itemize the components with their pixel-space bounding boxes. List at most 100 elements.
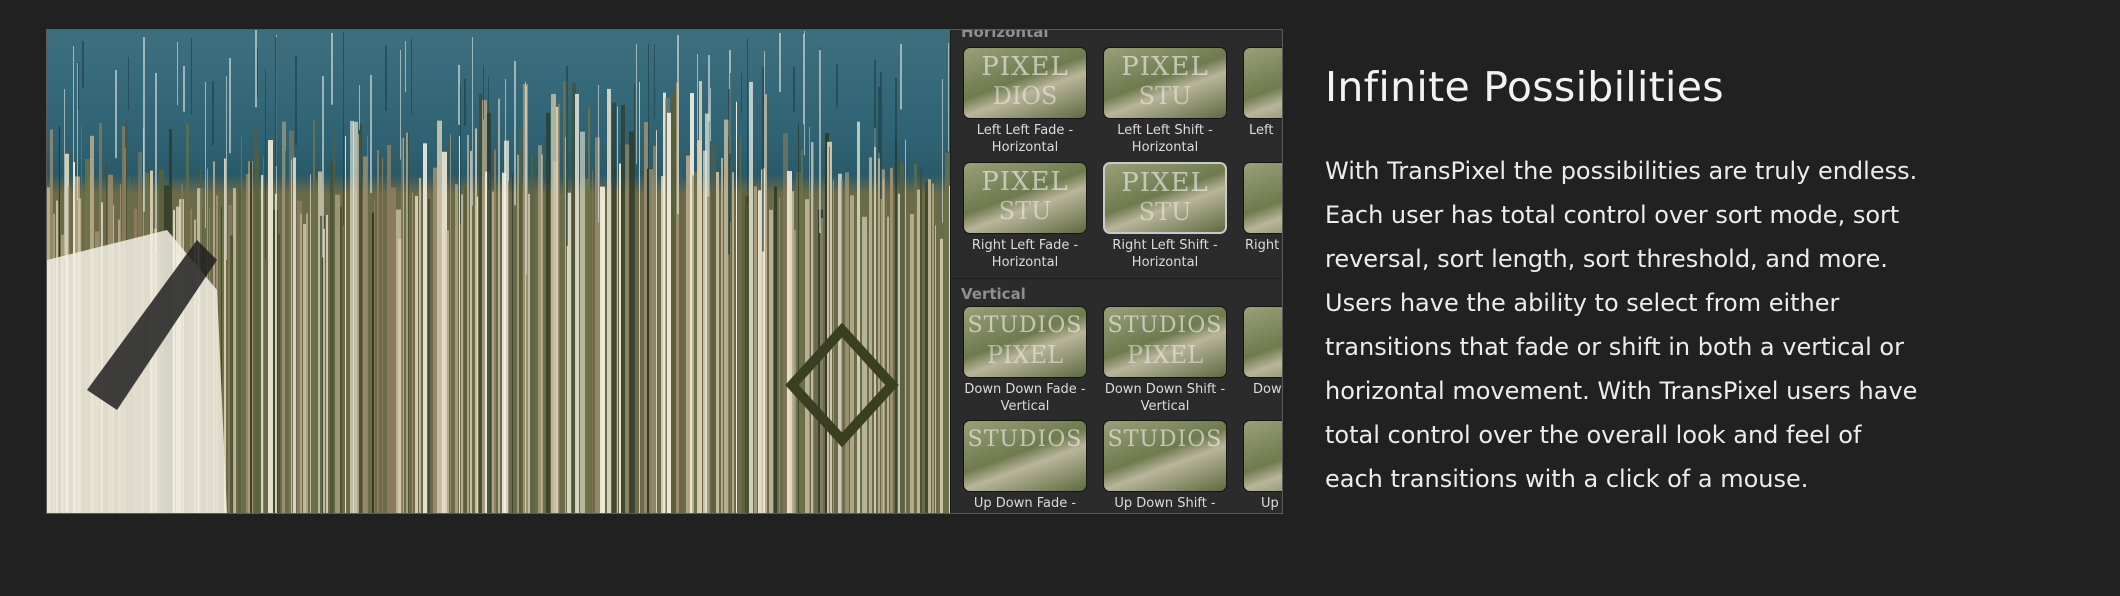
pixel-streak: [291, 159, 292, 513]
pixel-streak: [450, 134, 451, 513]
pixel-streak: [855, 203, 857, 513]
pixel-streak: [592, 170, 593, 513]
pixel-streak: [754, 186, 757, 513]
pixel-streak: [400, 50, 401, 160]
pixel-streak: [445, 230, 449, 513]
transition-thumbnail-selected[interactable]: PIXEL STU Right Left Shift - Horizontal: [1103, 162, 1227, 271]
pixel-streak: [716, 171, 719, 513]
pixel-streak: [73, 46, 74, 195]
pixel-streak: [326, 214, 328, 513]
pixel-streak: [464, 79, 466, 126]
transition-thumbnail[interactable]: Right: [1243, 162, 1282, 254]
transition-thumbnail[interactable]: Dow: [1243, 306, 1282, 398]
pixel-streak: [391, 187, 396, 513]
thumbnail-image: STUDIOS PIXEL: [963, 306, 1087, 378]
pixel-streak: [205, 82, 206, 229]
pixel-streak: [229, 58, 231, 154]
pixel-streak: [566, 66, 568, 246]
pixel-streak: [498, 98, 500, 513]
pixel-streak: [155, 73, 157, 253]
pixel-streak: [512, 173, 513, 513]
pixel-streak: [403, 137, 404, 513]
pixel-streak: [528, 194, 530, 513]
pixel-streak: [928, 179, 931, 513]
pixel-streak: [580, 131, 585, 513]
pixel-streak: [869, 157, 872, 513]
pixel-streak: [654, 45, 655, 118]
product-screenshot: Horizontal PIXEL DIOS Left Left Fade - Ho…: [46, 29, 1283, 514]
pixel-streak: [588, 107, 590, 513]
thumbnail-image: STUDIOS: [1103, 420, 1227, 492]
pixel-streak: [233, 188, 236, 513]
pixel-streak: [263, 156, 264, 513]
pixel-streak: [300, 213, 302, 513]
pixel-streak: [278, 233, 280, 513]
transition-thumbnail[interactable]: PIXEL STU Right Left Fade - Horizontal: [963, 162, 1087, 271]
transition-thumbnail[interactable]: STUDIOS PIXEL Down Down Fade - Vertical: [963, 306, 1087, 415]
pixel-streak: [730, 73, 731, 223]
transition-thumbnail[interactable]: STUDIOS Up Down Shift -: [1103, 420, 1227, 512]
pixel-streak: [948, 43, 949, 152]
pixel-streak: [905, 139, 906, 513]
pixel-streak: [878, 152, 880, 513]
pixel-streak: [385, 45, 387, 112]
pixel-streak: [340, 206, 342, 513]
pixel-streak: [880, 72, 882, 199]
pixel-streak: [460, 85, 461, 225]
pixel-streak: [268, 140, 273, 513]
transition-thumbnail[interactable]: PIXEL DIOS Left Left Fade - Horizontal: [963, 47, 1087, 156]
thumbnail-caption: Right: [1245, 238, 1280, 253]
pixel-streak: [867, 231, 869, 513]
pixel-streak: [732, 172, 734, 513]
transition-thumbnail[interactable]: Up: [1243, 420, 1282, 512]
pixel-streak: [602, 198, 605, 513]
pixel-streak: [836, 64, 838, 108]
pixel-streak: [183, 66, 185, 112]
thumbnail-caption: Down Down Shift - Vertical: [1104, 382, 1226, 414]
pixel-streak: [874, 60, 876, 148]
pixel-streak: [677, 35, 679, 215]
pixel-streak: [932, 183, 934, 513]
pixel-streak: [779, 197, 780, 513]
pixel-streak: [374, 200, 375, 513]
pixel-streak: [890, 167, 893, 513]
transition-thumbnail[interactable]: STUDIOS Up Down Fade -: [963, 420, 1087, 512]
pixel-streak: [798, 124, 799, 513]
pixel-streak: [857, 121, 860, 513]
pixel-streak: [255, 30, 257, 108]
pixel-streak: [850, 195, 854, 513]
transition-thumbnail[interactable]: Left: [1243, 47, 1282, 139]
pixel-streak: [711, 143, 716, 513]
pixel-streak: [914, 163, 917, 513]
pixel-streak: [191, 38, 192, 115]
pixel-streak: [143, 37, 145, 212]
pixel-streak: [275, 193, 277, 513]
pixel-streak: [322, 76, 324, 258]
pixel-streak: [883, 178, 884, 513]
pixel-streak: [656, 130, 657, 513]
transition-thumbnail[interactable]: PIXEL STU Left Left Shift - Horizontal: [1103, 47, 1227, 156]
pixel-streak: [64, 89, 65, 259]
pixel-streak: [265, 69, 266, 259]
thumbnail-image: PIXEL STU: [1103, 47, 1227, 119]
pixel-streak: [874, 127, 876, 513]
pixel-streak: [804, 31, 805, 156]
pixel-streak: [710, 88, 711, 142]
pixel-streak: [829, 146, 830, 513]
thumbnail-image: PIXEL STU: [1103, 162, 1227, 234]
thumbnail-caption: Right Left Fade - Horizontal: [971, 238, 1079, 270]
pixel-streak: [805, 199, 809, 513]
section-divider: [951, 278, 1282, 279]
thumbnail-image: [1243, 420, 1282, 492]
pixel-streak: [740, 137, 741, 513]
transition-browser: Horizontal PIXEL DIOS Left Left Fade - Ho…: [950, 30, 1282, 513]
pixel-streak: [790, 191, 794, 513]
pixel-sort-preview: [47, 30, 950, 513]
transition-thumbnail[interactable]: STUDIOS PIXEL Down Down Shift - Vertical: [1103, 306, 1227, 415]
pixel-streak: [649, 169, 653, 513]
pixel-streak: [475, 128, 477, 513]
pixel-streak: [920, 167, 922, 513]
thumbnail-image: STUDIOS PIXEL: [1103, 306, 1227, 378]
pixel-streak: [412, 192, 413, 513]
pixel-streak: [226, 76, 227, 260]
